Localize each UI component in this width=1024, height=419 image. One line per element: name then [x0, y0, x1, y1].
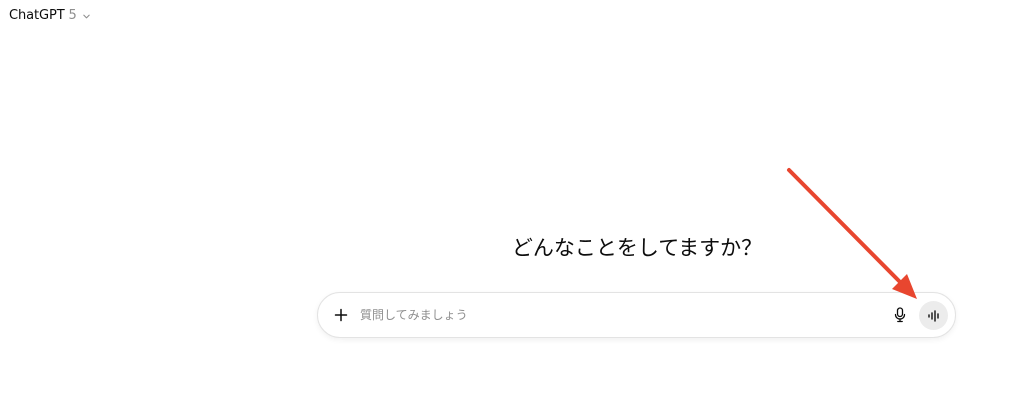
plus-icon[interactable]	[330, 304, 352, 326]
voice-mode-icon[interactable]	[919, 301, 948, 330]
annotation-arrow	[787, 168, 917, 299]
microphone-icon[interactable]	[889, 304, 911, 326]
composer	[317, 292, 956, 338]
model-version: 5	[68, 8, 77, 23]
prompt-input[interactable]	[360, 304, 880, 326]
model-switcher[interactable]: ChatGPT 5	[9, 6, 91, 26]
model-name: ChatGPT	[9, 8, 65, 23]
chat-page: ChatGPT 5 どんなことをしてますか？	[0, 0, 1024, 419]
page-heading: どんなことをしてますか？	[511, 236, 763, 260]
chevron-down-icon	[82, 12, 91, 21]
